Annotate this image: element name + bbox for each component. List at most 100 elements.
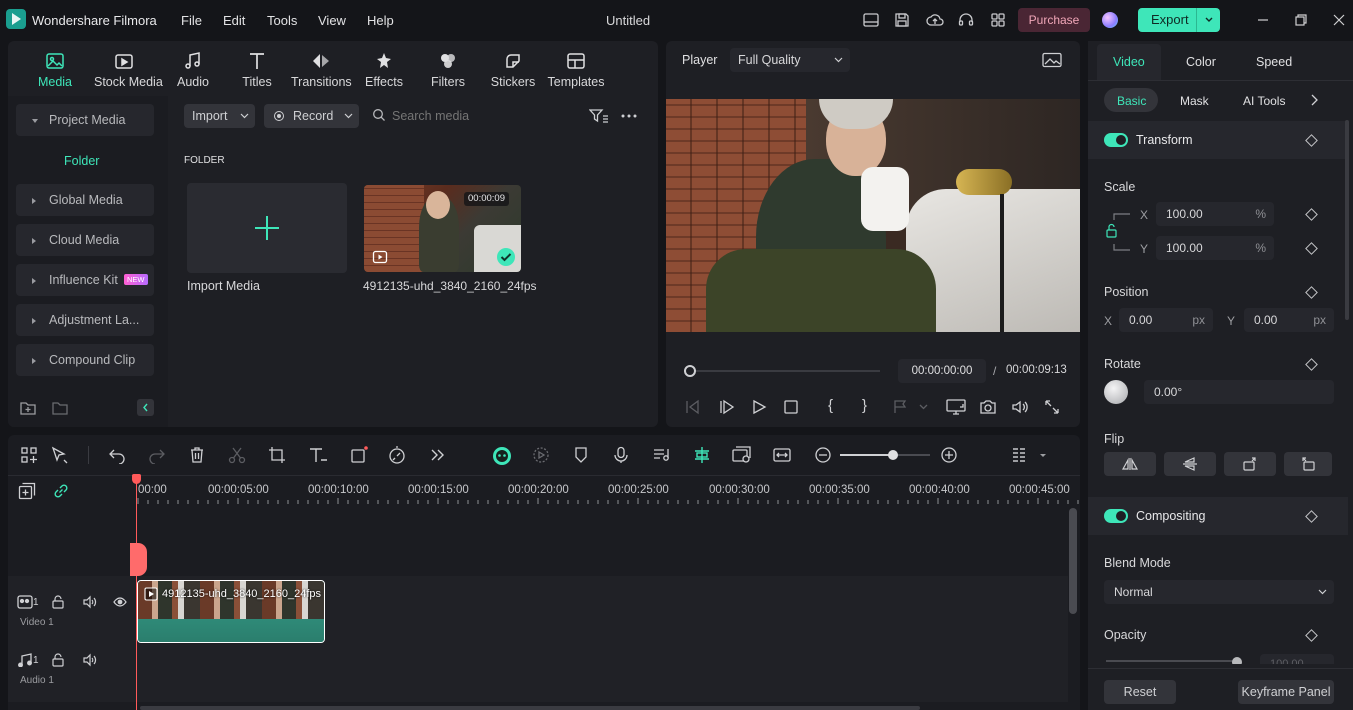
transform-toggle[interactable] (1104, 133, 1128, 147)
crop-icon[interactable] (268, 446, 286, 464)
sidebar-item-global-media[interactable]: Global Media (16, 184, 154, 216)
marker-shield-icon[interactable] (572, 446, 590, 464)
tab-color[interactable]: Color (1186, 55, 1216, 69)
zoom-out-icon[interactable] (814, 446, 832, 464)
account-avatar[interactable] (1102, 12, 1118, 28)
sidebar-item-folder[interactable]: Folder (64, 154, 99, 168)
text-icon[interactable] (308, 446, 327, 464)
lock-icon[interactable] (51, 595, 65, 609)
play-icon[interactable] (750, 399, 768, 415)
purchase-button[interactable]: Purchase (1018, 8, 1090, 32)
cloud-upload-icon[interactable] (926, 11, 944, 29)
headset-support-icon[interactable] (957, 11, 975, 29)
video-preview[interactable] (666, 99, 1080, 332)
sidebar-item-influence-kit[interactable]: Influence Kit NEW (16, 264, 154, 296)
snap-magnet-icon[interactable] (692, 446, 710, 464)
fit-timeline-icon[interactable] (772, 446, 791, 464)
play-reverse-icon[interactable] (718, 399, 736, 415)
minimize-icon[interactable] (1254, 11, 1272, 29)
tab-media[interactable]: Media (25, 51, 85, 89)
delete-icon[interactable] (188, 446, 206, 464)
layout-grid-icon[interactable] (20, 446, 38, 464)
render-preview-icon[interactable] (532, 446, 550, 464)
tab-filters[interactable]: Filters (418, 51, 478, 89)
ai-companion-icon[interactable] (492, 446, 511, 465)
add-track-icon[interactable] (18, 482, 36, 500)
subtab-mask[interactable]: Mask (1180, 94, 1209, 108)
sidebar-item-cloud-media[interactable]: Cloud Media (16, 224, 154, 256)
eye-visibility-icon[interactable] (113, 595, 127, 609)
opacity-field[interactable]: 100.00 (1260, 654, 1334, 664)
mark-in-icon[interactable]: { (828, 397, 833, 414)
tab-transitions[interactable]: Transitions (291, 51, 352, 89)
layout-icon[interactable] (862, 11, 880, 29)
opacity-slider-handle[interactable] (1232, 657, 1242, 664)
zoom-slider-handle[interactable] (888, 450, 898, 460)
video-clip-thumbnail[interactable]: 00:00:09 (364, 185, 521, 272)
select-pointer-icon[interactable] (50, 446, 68, 464)
undo-icon[interactable] (108, 446, 126, 464)
current-time[interactable]: 00:00:00:00 (898, 359, 986, 383)
more-tools-icon[interactable] (428, 446, 446, 464)
compositing-toggle[interactable] (1104, 509, 1128, 523)
fullscreen-icon[interactable] (1044, 399, 1060, 415)
playhead-tab[interactable] (130, 543, 147, 576)
more-options-icon[interactable] (620, 108, 638, 124)
collapse-sidebar-button[interactable] (137, 399, 154, 416)
tab-audio[interactable]: Audio (163, 51, 223, 89)
mute-volume-icon[interactable] (83, 595, 97, 609)
stop-icon[interactable] (782, 399, 800, 415)
track-layout-icon[interactable] (1012, 446, 1046, 464)
menu-tools[interactable]: Tools (267, 13, 297, 28)
opacity-slider[interactable] (1106, 660, 1238, 662)
chevron-right-icon[interactable] (1309, 94, 1319, 106)
playback-scrubber-handle[interactable] (684, 365, 696, 377)
position-x-field[interactable]: 0.00 px (1119, 308, 1213, 332)
subtab-ai-tools[interactable]: AI Tools (1243, 94, 1285, 108)
import-button[interactable]: Import (184, 104, 255, 128)
blend-mode-dropdown[interactable]: Normal (1104, 580, 1334, 604)
timeline-vertical-scrollbar[interactable] (1069, 508, 1077, 614)
keyframe-panel-button[interactable]: Keyframe Panel (1238, 680, 1334, 704)
inspector-scrollbar[interactable] (1345, 120, 1349, 320)
timeline-horizontal-scrollbar[interactable] (140, 706, 920, 710)
close-icon[interactable] (1330, 11, 1348, 29)
tab-templates[interactable]: Templates (546, 51, 606, 89)
auto-reframe-icon[interactable] (732, 446, 751, 464)
marker-dropdown-icon[interactable] (892, 399, 930, 415)
timeline-video-clip[interactable]: 4912135-uhd_3840_2160_24fps (137, 580, 325, 643)
playback-progress-track[interactable] (696, 370, 880, 372)
tab-stickers[interactable]: Stickers (483, 51, 543, 89)
menu-file[interactable]: File (181, 13, 202, 28)
menu-edit[interactable]: Edit (223, 13, 245, 28)
scale-link-lock-icon[interactable] (1104, 208, 1134, 254)
redo-icon[interactable] (148, 446, 166, 464)
audio-mixer-icon[interactable] (652, 446, 670, 464)
camera-snapshot-icon[interactable] (979, 399, 997, 415)
voiceover-mic-icon[interactable] (612, 446, 630, 464)
scale-x-field[interactable]: 100.00% (1156, 202, 1274, 226)
restore-icon[interactable] (1292, 11, 1310, 29)
playhead-handle[interactable] (132, 474, 141, 484)
previous-frame-icon[interactable] (684, 399, 702, 415)
scale-y-field[interactable]: 100.00% (1156, 236, 1274, 260)
lock-icon[interactable] (51, 653, 65, 667)
snapshot-image-icon[interactable] (1042, 52, 1062, 68)
mark-out-icon[interactable]: } (862, 397, 867, 414)
sidebar-item-project-media[interactable]: Project Media (16, 104, 154, 136)
tab-titles[interactable]: Titles (227, 51, 287, 89)
subtab-basic[interactable]: Basic (1117, 94, 1146, 108)
speed-timer-icon[interactable] (388, 446, 406, 464)
save-icon[interactable] (893, 11, 911, 29)
folder-icon[interactable] (51, 399, 69, 417)
rotate-field[interactable]: 0.00° (1144, 380, 1334, 404)
tab-stock-media[interactable]: Stock Media (94, 51, 163, 89)
display-settings-icon[interactable] (946, 399, 966, 415)
rotate-clockwise-button[interactable] (1224, 452, 1276, 476)
split-scissors-icon[interactable] (228, 446, 246, 464)
export-button[interactable]: Export (1138, 8, 1220, 32)
sidebar-item-adjustment-layer[interactable]: Adjustment La... (16, 304, 154, 336)
flip-horizontal-button[interactable] (1104, 452, 1156, 476)
filter-icon[interactable] (589, 108, 609, 124)
quality-dropdown[interactable]: Full Quality (730, 48, 850, 72)
